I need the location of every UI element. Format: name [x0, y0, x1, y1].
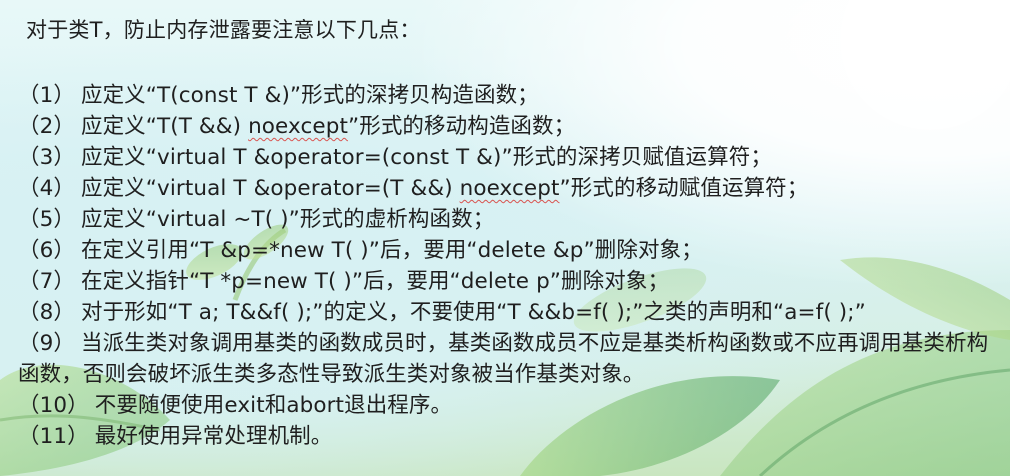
intro-text: 对于类T，防止内存泄露要注意以下几点： [26, 18, 421, 42]
rule-item-11: （11） 最好使用异常处理机制。 [18, 421, 998, 452]
spellcheck-flagged-word: noexcept [459, 176, 560, 201]
rule-text: 应定义“T(T &&) [80, 114, 249, 139]
rule-number: （4） [18, 176, 75, 201]
rule-item-6: （6） 在定义引用“T &p=*new T( )”后，要用“delete &p”删… [18, 235, 998, 266]
rule-text: 在定义指针“T *p=new T( )”后，要用“delete p”删除对象； [80, 269, 670, 294]
rule-item-9: （9） 当派生类对象调用基类的函数成员时，基类函数成员不应是基类析构函数或不应再调… [18, 328, 998, 390]
slide-content: 对于类T，防止内存泄露要注意以下几点： （1） 应定义“T(const T &)”… [0, 0, 1010, 452]
rule-text: 应定义“T(const T &)”形式的深拷贝构造函数； [80, 83, 539, 108]
rule-number: （3） [18, 145, 75, 170]
rule-item-8: （8） 对于形如“T a; T&&f( );”的定义，不要使用“T &&b=f( … [18, 297, 998, 328]
rule-item-1: （1） 应定义“T(const T &)”形式的深拷贝构造函数； [18, 80, 998, 111]
rule-text: 不要随便使用exit和abort退出程序。 [94, 393, 453, 418]
rule-text: 应定义“virtual T &operator=(const T &)”形式的深… [80, 145, 772, 170]
rule-number: （9） [18, 331, 75, 356]
rule-text: 对于形如“T a; T&&f( );”的定义，不要使用“T &&b=f( );”… [80, 300, 866, 325]
rule-item-2: （2） 应定义“T(T &&) noexcept”形式的移动构造函数； [18, 111, 998, 142]
rule-text-tail: ”形式的移动构造函数； [347, 114, 576, 139]
rule-text-tail: ”形式的移动赋值运算符； [559, 176, 809, 201]
rule-item-10: （10） 不要随便使用exit和abort退出程序。 [18, 390, 998, 421]
rule-text: 当派生类对象调用基类的函数成员时，基类函数成员不应是基类析构函数或不应再调用基类… [18, 331, 989, 387]
rule-list: （1） 应定义“T(const T &)”形式的深拷贝构造函数； （2） 应定义“T… [18, 80, 998, 452]
rule-item-5: （5） 应定义“virtual ~T( )”形式的虚析构函数； [18, 204, 998, 235]
rule-number: （7） [18, 269, 75, 294]
rule-text: 应定义“virtual ~T( )”形式的虚析构函数； [80, 207, 495, 232]
rule-text: 在定义引用“T &p=*new T( )”后，要用“delete &p”删除对象… [80, 238, 703, 263]
rule-item-3: （3） 应定义“virtual T &operator=(const T &)”形… [18, 142, 998, 173]
rule-number: （1） [18, 83, 75, 108]
rule-item-4: （4） 应定义“virtual T &operator=(T &&) noexce… [18, 173, 998, 204]
rule-text: 应定义“virtual T &operator=(T &&) [80, 176, 460, 201]
rule-number: （10） [18, 393, 89, 418]
spellcheck-flagged-word: noexcept [248, 114, 348, 139]
rule-number: （5） [18, 207, 75, 232]
rule-number: （2） [18, 114, 75, 139]
rule-number: （8） [18, 300, 75, 325]
rule-number: （6） [18, 238, 75, 263]
rule-item-7: （7） 在定义指针“T *p=new T( )”后，要用“delete p”删除对… [18, 266, 998, 297]
rule-text: 最好使用异常处理机制。 [94, 424, 333, 449]
rule-number: （11） [18, 424, 89, 449]
